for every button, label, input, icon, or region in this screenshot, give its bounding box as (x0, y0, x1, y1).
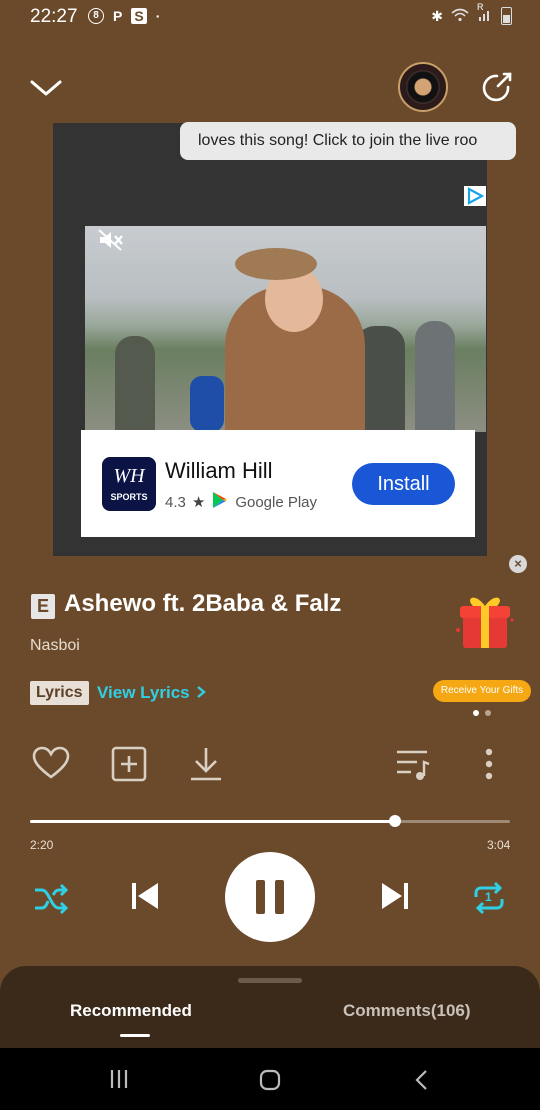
carousel-dot (485, 710, 491, 716)
battery-icon (501, 7, 512, 25)
ad-card[interactable]: WH SPORTS William Hill 4.3 ★ Google Play… (81, 430, 475, 537)
total-time: 3:04 (487, 838, 511, 852)
view-lyrics-link[interactable]: View Lyrics (97, 681, 207, 705)
close-ad-button[interactable]: × (509, 555, 527, 573)
status-time: 22:27 (30, 6, 78, 27)
signal-icon: R (477, 2, 493, 24)
william-hill-logo: WH SPORTS (102, 457, 156, 511)
ad-choices-icon[interactable] (464, 186, 486, 206)
sheet-handle[interactable] (238, 978, 302, 983)
repeat-one-icon[interactable]: 1 (470, 879, 508, 917)
install-button[interactable]: Install (352, 463, 455, 505)
system-nav-bar (0, 1048, 540, 1110)
gift-icon[interactable] (455, 590, 515, 652)
ad-store: Google Play (235, 493, 318, 511)
ad-video[interactable] (85, 226, 486, 432)
p-icon: P (113, 8, 123, 24)
video-hat (235, 248, 317, 280)
download-icon[interactable] (186, 744, 226, 784)
receive-gifts-badge[interactable]: Receive Your Gifts (433, 680, 531, 702)
home-icon[interactable] (259, 1069, 281, 1096)
progress-fill (30, 820, 395, 823)
next-icon[interactable] (378, 878, 412, 914)
queue-icon[interactable] (393, 744, 433, 784)
pause-button[interactable] (225, 852, 315, 942)
share-icon[interactable] (482, 70, 514, 102)
dot-icon: · (155, 8, 161, 24)
artist-name[interactable]: Nasboi (30, 637, 80, 655)
chevron-right-icon (197, 686, 207, 698)
video-figure (415, 321, 455, 432)
tab-comments[interactable]: Comments(106) (343, 1001, 471, 1021)
progress-thumb[interactable] (388, 815, 401, 827)
previous-icon[interactable] (128, 878, 162, 914)
current-time: 2:20 (30, 838, 54, 852)
back-icon[interactable] (412, 1069, 432, 1096)
ad-app-name: William Hill (165, 458, 273, 483)
notification-icon: 8 (88, 8, 104, 24)
logo-text: WH (113, 465, 145, 487)
live-room-avatar[interactable] (398, 62, 448, 112)
microphone-icon (190, 376, 224, 432)
ad-meta: 4.3 ★ Google Play (165, 491, 317, 513)
s-icon: S (131, 8, 147, 24)
bluetooth-icon: ✱ (431, 7, 443, 24)
ad-rating: 4.3 (165, 493, 186, 511)
recents-icon[interactable] (108, 1068, 130, 1095)
view-lyrics-label: View Lyrics (97, 683, 190, 702)
avatar-image (406, 70, 440, 104)
repeat-count: 1 (485, 890, 492, 904)
song-title: Ashewo ft. 2Baba & Falz (64, 590, 342, 617)
mute-icon[interactable] (97, 228, 125, 252)
google-play-icon (211, 491, 229, 513)
tab-indicator (120, 1034, 150, 1037)
more-options-icon[interactable] (469, 744, 509, 784)
wifi-icon (451, 8, 469, 25)
chevron-down-icon[interactable] (28, 70, 64, 106)
video-figure (115, 336, 155, 432)
explicit-badge: E (31, 594, 55, 619)
star-icon: ★ (191, 494, 206, 511)
logo-subtext: SPORTS (110, 492, 148, 502)
live-room-tooltip[interactable]: loves this song! Click to join the live … (180, 122, 516, 160)
tab-recommended[interactable]: Recommended (70, 1001, 192, 1021)
lyrics-tag: Lyrics (30, 681, 89, 705)
roaming-label: R (477, 2, 484, 12)
system-icons: ✱ R (431, 2, 512, 25)
pause-icon-bar (256, 880, 265, 914)
carousel-dot-active (473, 710, 479, 716)
pause-icon-bar (275, 880, 284, 914)
shuffle-icon[interactable] (32, 880, 70, 918)
heart-icon[interactable] (31, 744, 71, 784)
add-to-playlist-icon[interactable] (109, 744, 149, 784)
notification-icons: 8 P S · (88, 8, 160, 24)
status-bar: 22:27 8 P S · ✱ R (0, 0, 540, 36)
